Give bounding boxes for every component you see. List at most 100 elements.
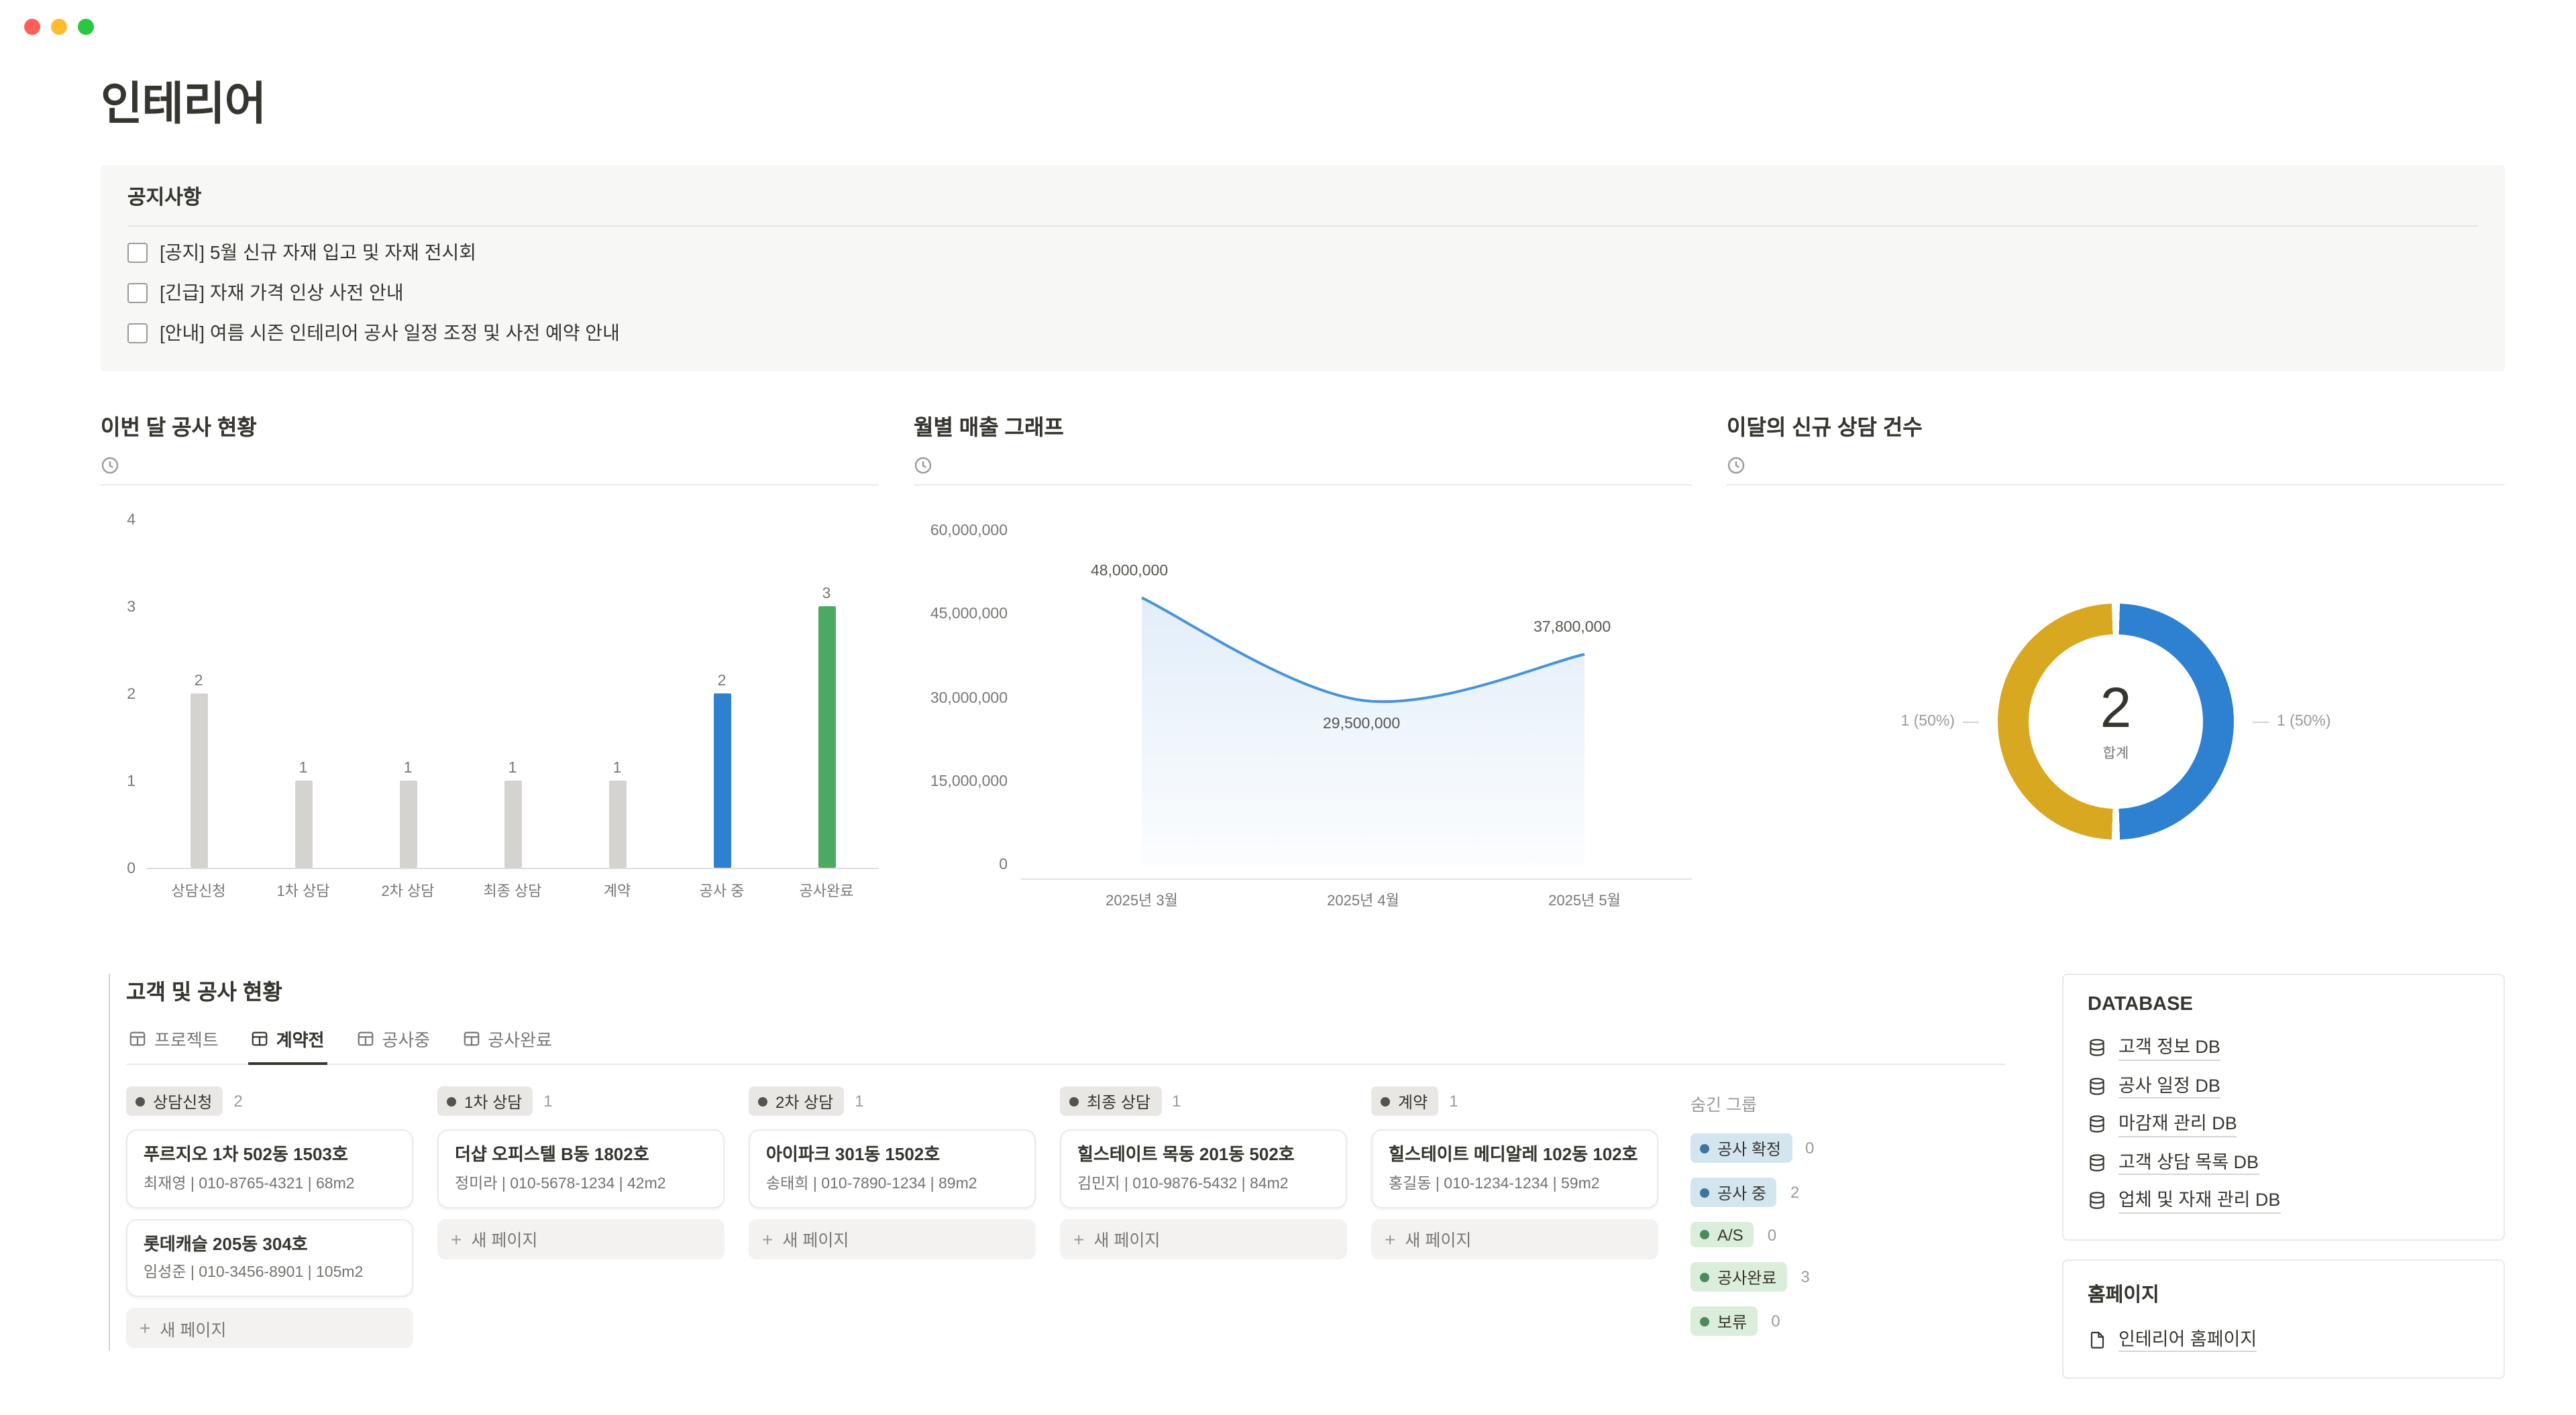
database-link[interactable]: 공사 일정 DB [2088,1067,2479,1105]
notice-item-label: [긴급] 자재 가격 인상 사전 안내 [160,279,404,306]
line-y-tick-label: 0 [999,856,1008,875]
board-card[interactable]: 푸르지오 1차 502동 1503호최재영 | 010-8765-4321 | … [126,1129,413,1208]
group-pill[interactable]: 최종 상담 [1060,1086,1161,1116]
database-link[interactable]: 마감재 관리 DB [2088,1105,2479,1143]
bar-category-label: 상담신청 [146,880,251,901]
minimize-window-button[interactable] [51,19,67,35]
bar-y-tick-label: 0 [127,860,136,879]
hidden-group-item[interactable]: A/S0 [1690,1222,1932,1247]
database-link[interactable]: 업체 및 자재 관리 DB [2088,1182,2479,1220]
hidden-group-item[interactable]: 공사 중 2 [1690,1178,1932,1207]
homepage-link[interactable]: 인테리어 홈페이지 [2088,1320,2479,1359]
app-window: 인테리어 공지사항 [공지] 5월 신규 자재 입고 및 자재 전시회[긴급] … [0,0,2576,1415]
group-pill[interactable]: 2차 상담 [749,1086,844,1116]
board-title: 고객 및 공사 현황 [126,974,2006,1006]
board-card[interactable]: 아이파크 301동 1502호송태희 | 010-7890-1234 | 89m… [749,1129,1036,1208]
bar-chart-x-axis: 상담신청1차 상담2차 상담최종 상담계약공사 중공사완료 [146,880,879,901]
new-page-button[interactable]: +새 페이지 [749,1219,1036,1259]
card-title: 힐스테이트 메디알레 102동 102호 [1389,1143,1641,1166]
board-card[interactable]: 힐스테이트 메디알레 102동 102호홍길동 | 010-1234-1234 … [1371,1129,1658,1208]
database-link[interactable]: 고객 정보 DB [2088,1029,2479,1067]
group-color-dot [758,1096,767,1106]
close-window-button[interactable] [24,19,40,35]
database-panel: DATABASE 고객 정보 DB공사 일정 DB마감재 관리 DB고객 상담 … [2062,974,2505,1240]
database-link[interactable]: 고객 상담 목록 DB [2088,1143,2479,1182]
group-pill[interactable]: 공사완료 [1690,1262,1787,1292]
card-title: 힐스테이트 목동 201동 502호 [1077,1143,1330,1166]
label-connector [1963,721,1979,722]
group-color-dot [1700,1230,1709,1239]
bar-category-label: 공사완료 [774,880,879,901]
group-label: 상담신청 [153,1090,212,1113]
group-count: 3 [1801,1267,1809,1286]
bar-category-label: 2차 상담 [356,880,460,901]
group-color-dot [447,1096,456,1106]
card-title: 더샵 오피스텔 B동 1802호 [455,1143,707,1166]
card-subtitle: 김민지 | 010-9876-5432 | 84m2 [1077,1172,1330,1193]
todo-checkbox[interactable] [127,282,148,302]
board-tab[interactable]: 공사중 [354,1017,433,1065]
board-card[interactable]: 더샵 오피스텔 B동 1802호정미라 | 010-5678-1234 | 42… [437,1129,724,1208]
line-x-tick-label: 2025년 4월 [1327,889,1399,911]
bar-rect [713,693,731,868]
hidden-group-item[interactable]: 공사완료 3 [1690,1262,1932,1292]
new-page-button[interactable]: +새 페이지 [1060,1219,1347,1259]
notice-item: [안내] 여름 시즌 인테리어 공사 일정 조정 및 사전 예약 안내 [127,313,2478,353]
page-link-label: 업체 및 자재 관리 DB [2118,1188,2280,1213]
column-header: 2차 상담 1 [749,1086,1036,1116]
group-label: 보류 [1717,1310,1747,1333]
donut-center: 2 합계 [2029,634,2203,809]
new-page-button[interactable]: +새 페이지 [1371,1219,1658,1259]
group-label: 계약 [1398,1090,1428,1113]
homepage-list: 인테리어 홈페이지 [2088,1320,2479,1359]
new-page-button[interactable]: +새 페이지 [437,1219,724,1259]
bar-rect [818,606,835,868]
bar-value-label: 2 [195,673,203,689]
hidden-group-item[interactable]: 보류0 [1690,1306,1932,1336]
bar-y-tick-label: 4 [127,511,136,530]
board-tab[interactable]: 프로젝트 [126,1017,221,1065]
todo-checkbox[interactable] [127,323,148,343]
bar: 1 [356,520,460,868]
group-pill[interactable]: 공사 중 [1690,1178,1777,1207]
tab-label: 공사중 [382,1026,430,1052]
board-column: 1차 상담1더샵 오피스텔 B동 1802호정미라 | 010-5678-123… [437,1086,724,1351]
group-pill[interactable]: 보류 [1690,1306,1758,1336]
group-pill[interactable]: 상담신청 [126,1086,223,1116]
new-page-button[interactable]: +새 페이지 [126,1308,413,1348]
notice-divider [127,225,2478,227]
group-color-dot [1700,1188,1709,1197]
clock-icon [1727,456,1746,475]
hidden-group-item[interactable]: 공사 확정 0 [1690,1133,1932,1163]
card-subtitle: 송태희 | 010-7890-1234 | 89m2 [766,1172,1018,1193]
board-tab[interactable]: 계약전 [248,1017,327,1065]
bar-value-label: 2 [718,673,727,689]
board-tab[interactable]: 공사완료 [460,1017,555,1065]
group-color-dot [1069,1096,1079,1106]
group-count: 1 [855,1092,863,1111]
chart-title: 월별 매출 그래프 [914,409,1692,441]
donut-total-value: 2 [2100,680,2132,736]
card-subtitle: 정미라 | 010-5678-1234 | 42m2 [455,1172,707,1193]
group-count: 0 [1805,1139,1814,1157]
bar-category-label: 공사 중 [669,880,774,901]
group-count: 2 [1790,1183,1799,1202]
chart-construction-status: 이번 달 공사 현황 01234 2111123 상담신청1차 상담2차 상담최… [101,409,879,923]
board-card[interactable]: 롯데캐슬 205동 304호임성준 | 010-3456-8901 | 105m… [126,1219,413,1297]
board-card[interactable]: 힐스테이트 목동 201동 502호김민지 | 010-9876-5432 | … [1060,1129,1347,1208]
bar-rect [190,693,207,868]
group-pill[interactable]: 계약 [1371,1086,1438,1116]
zoom-window-button[interactable] [78,19,94,35]
group-pill[interactable]: 1차 상담 [437,1086,533,1116]
group-color-dot [1700,1316,1709,1326]
group-label: 1차 상담 [464,1090,522,1113]
board-columns: 상담신청2푸르지오 1차 502동 1503호최재영 | 010-8765-43… [126,1086,2006,1351]
column-header: 상담신청2 [126,1086,413,1116]
todo-checkbox[interactable] [127,242,148,262]
bar: 3 [774,520,879,868]
point-value-label: 29,500,000 [1323,716,1400,732]
chart-consultation-count: 이달의 신규 상담 건수 1 (50%) 2 합계 [1727,409,2505,923]
plus-icon: + [1073,1229,1084,1248]
group-pill[interactable]: 공사 확정 [1690,1133,1792,1163]
group-pill[interactable]: A/S [1690,1222,1754,1247]
